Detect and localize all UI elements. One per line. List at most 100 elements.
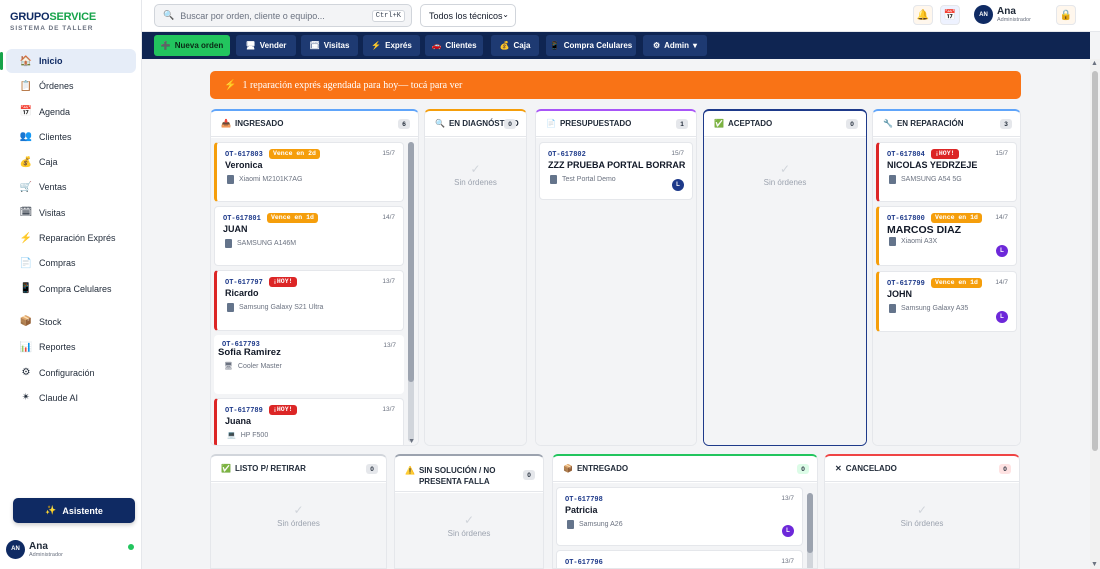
customer-name: JUAN — [223, 224, 248, 234]
bell-icon: 🔔 — [916, 9, 930, 21]
due-badge: ¡HOY! — [269, 277, 297, 287]
order-card[interactable]: OT-617798 13/7 Patricia Samsung A26 L — [556, 487, 803, 546]
page-scrollbar-thumb[interactable] — [1092, 71, 1098, 451]
technician-filter-select[interactable]: Todos los técnicos ⌄ — [420, 4, 516, 27]
sidebar-item-label: Reportes — [39, 342, 76, 353]
sidebar-item-ordenes[interactable]: 📋 Órdenes — [6, 74, 136, 98]
column-sin-solucion: ⚠️ SIN SOLUCIÓN / NO PRESENTA FALLA 0 ✓ Sin… — [394, 454, 544, 569]
sidebar-item-label: Compras — [39, 258, 76, 269]
gear-icon: ⚙ — [21, 367, 31, 379]
column-count: 0 — [797, 464, 809, 474]
device-name: Xiaomi M2101K7AG — [239, 176, 303, 183]
express-repair-alert[interactable]: ⚡ 1 reparación exprés agendada para hoy—… — [210, 71, 1021, 99]
column-title: EN REPARACIÓN — [896, 119, 964, 128]
empty-text: Sin órdenes — [454, 178, 497, 187]
sidebar-user[interactable]: AN Ana Administrador — [6, 538, 136, 560]
sidebar-item-reparacion-expres[interactable]: ⚡ Reparación Exprés — [6, 226, 136, 250]
sidebar-item-stock[interactable]: 📦 Stock — [6, 310, 136, 334]
check-icon: ✓ — [293, 503, 304, 517]
sidebar-item-reportes[interactable]: 📊 Reportes — [6, 335, 136, 359]
topbar-user[interactable]: AN Ana Administrador — [974, 5, 1031, 24]
order-card[interactable]: OT-617796 13/7 — [556, 550, 803, 568]
online-status-dot — [128, 544, 134, 550]
customer-name: Patricia — [565, 505, 598, 515]
search-input[interactable] — [180, 10, 371, 21]
sidebar-item-clientes[interactable]: 👥 Clientes — [6, 125, 136, 149]
phone-icon — [550, 175, 557, 184]
order-card[interactable]: OT-617800 Vence en 1d 14/7 MARCOS DIAZ X… — [876, 206, 1017, 266]
sidebar-item-inicio[interactable]: 🏠 Inicio — [0, 49, 136, 73]
column-aceptado: ✅ ACEPTADO 0 ✓ Sin órdenes — [703, 109, 867, 446]
user-role: Administrador — [997, 17, 1031, 23]
order-card[interactable]: OT-617793 13/7 Sofia Ramirez 🖥 Cooler Mas… — [214, 335, 404, 394]
document-icon: 📄 — [546, 119, 556, 128]
checkbox-icon: ✅ — [221, 464, 231, 473]
assistant-button[interactable]: ✨ Asistente — [13, 498, 135, 523]
brand-name-b: SERVICE — [49, 11, 97, 23]
column-title: ENTREGADO — [576, 464, 629, 473]
column-count: 6 — [398, 119, 410, 129]
column-body: ✓ Sin órdenes — [425, 138, 526, 445]
sidebar-item-visitas[interactable]: 🗓 Visitas — [6, 201, 136, 225]
sell-button[interactable]: 🖥 Vender — [236, 35, 296, 56]
order-card[interactable]: OT-617802 15/7 ZZZ PRUEBA PORTAL BORRAR … — [539, 142, 693, 200]
column-en-reparacion: 🔧 EN REPARACIÓN 3 OT-617804 ¡HOY! 15/7 NIC… — [872, 109, 1021, 446]
column-scrollbar[interactable] — [408, 142, 414, 442]
lightning-icon: ⚡ — [371, 41, 382, 50]
scroll-up-arrow[interactable]: ▲ — [1091, 60, 1098, 67]
warning-icon: ⚠️ — [405, 466, 415, 475]
order-card[interactable]: OT-617799 Vence en 1d 14/7 JOHN Samsung … — [876, 271, 1017, 332]
express-button[interactable]: ⚡ Exprés — [363, 35, 420, 56]
gear-icon: ⚙ — [652, 41, 661, 50]
buy-phones-button[interactable]: 📱 Compra Celulares — [546, 35, 636, 56]
magnifier-icon: 🔍 — [435, 119, 445, 128]
technician-avatar[interactable]: L — [996, 245, 1008, 257]
column-body: OT-617802 15/7 ZZZ PRUEBA PORTAL BORRAR … — [536, 138, 696, 445]
calendar-button[interactable]: 📅 — [940, 5, 960, 25]
car-icon: 🚗 — [431, 41, 442, 50]
brand-logo[interactable]: GRUPOSERVICE SISTEMA DE TALLER — [10, 11, 97, 33]
device: Samsung Galaxy S21 Ultra — [227, 303, 323, 312]
order-card[interactable]: OT-617797 ¡HOY! 13/7 Ricardo Samsung Gal… — [214, 270, 404, 331]
visits-button[interactable]: 🗓 Visitas — [301, 35, 358, 56]
lock-button[interactable]: 🔒 — [1056, 5, 1076, 25]
page-scrollbar[interactable]: ▲ ▼ — [1090, 59, 1100, 569]
column-scrollbar[interactable] — [807, 493, 813, 568]
order-card[interactable]: OT-617789 ¡HOY! 13/7 Juana 💻 HP F500 — [214, 398, 404, 445]
scroll-down-arrow[interactable]: ▼ — [1091, 561, 1098, 568]
technician-filter-value: Todos los técnicos — [429, 10, 503, 21]
cash-icon: 💰 — [499, 41, 510, 50]
sidebar-item-agenda[interactable]: 📅 Agenda — [6, 100, 136, 124]
notifications-button[interactable]: 🔔 — [913, 5, 933, 25]
scrollbar-thumb[interactable] — [408, 142, 414, 382]
clients-button[interactable]: 🚗 Clientes — [425, 35, 483, 56]
column-body: ✓ Sin órdenes — [825, 483, 1019, 568]
sidebar-item-claude-ai[interactable]: ✴ Claude AI — [6, 386, 136, 410]
customer-name: MARCOS DIAZ — [887, 224, 962, 236]
new-order-button[interactable]: ➕ Nueva orden — [154, 35, 230, 56]
technician-avatar[interactable]: L — [782, 525, 794, 537]
order-card[interactable]: OT-617801 Vence en 1d 14/7 JUAN SAMSUNG … — [214, 206, 404, 266]
order-card[interactable]: OT-617803 Vence en 2d 15/7 Veronica Xiao… — [214, 142, 404, 202]
home-icon: 🏠 — [19, 55, 33, 67]
search-box[interactable]: 🔍 Ctrl+K — [154, 4, 412, 27]
technician-avatar[interactable]: L — [672, 179, 684, 191]
sidebar-item-compras[interactable]: 📄 Compras — [6, 251, 136, 275]
cash-button[interactable]: 💰 Caja — [491, 35, 539, 56]
column-header: ⚠️ SIN SOLUCIÓN / NO PRESENTA FALLA 0 — [395, 456, 543, 492]
scrollbar-thumb[interactable] — [807, 493, 813, 553]
sidebar-item-compra-celulares[interactable]: 📱 Compra Celulares — [6, 277, 136, 301]
scroll-down-arrow[interactable]: ▼ — [408, 438, 415, 445]
sidebar-item-ventas[interactable]: 🛒 Ventas — [6, 175, 136, 199]
calendar-icon: 🗓 — [309, 41, 320, 50]
admin-menu-button[interactable]: ⚙ Admin ▾ — [643, 35, 707, 56]
column-body: ✓ Sin órdenes — [395, 493, 543, 568]
order-card[interactable]: OT-617804 ¡HOY! 15/7 NICOLAS YEDRZEJE SA… — [876, 142, 1017, 202]
due-badge: Vence en 1d — [931, 213, 982, 223]
sidebar-item-label: Claude AI — [39, 392, 79, 403]
sidebar-item-caja[interactable]: 💰 Caja — [6, 150, 136, 174]
technician-avatar[interactable]: L — [996, 311, 1008, 323]
device-name: SAMSUNG A54 5G — [901, 176, 962, 183]
sidebar-nav: 🏠 Inicio 📋 Órdenes 📅 Agenda 👥 Clientes 💰 Caja… — [0, 49, 136, 411]
sidebar-item-configuracion[interactable]: ⚙ Configuración — [6, 361, 136, 385]
